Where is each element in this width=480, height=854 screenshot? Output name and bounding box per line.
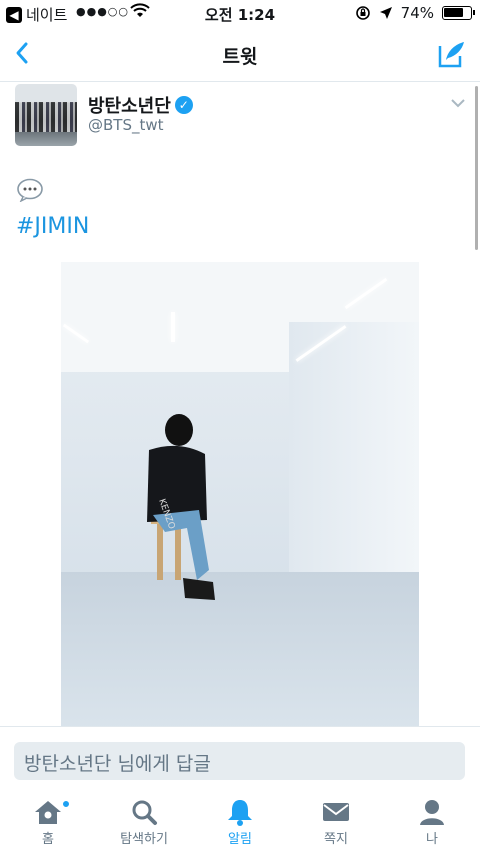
envelope-icon bbox=[323, 803, 349, 821]
hashtag-link[interactable]: #JIMIN bbox=[16, 214, 89, 239]
tab-label: 알림 bbox=[228, 832, 252, 847]
display-name: 방탄소년단 bbox=[88, 96, 171, 117]
tab-label: 탐색하기 bbox=[120, 832, 168, 847]
home-icon bbox=[35, 801, 61, 824]
person-figure: KENZO bbox=[147, 414, 215, 600]
tab-home[interactable]: 홈 bbox=[0, 798, 96, 847]
tab-label: 쪽지 bbox=[324, 832, 348, 847]
page-title: 트윗 bbox=[222, 46, 258, 68]
verified-badge-icon: ✓ bbox=[174, 96, 193, 114]
bell-icon bbox=[228, 800, 252, 826]
notification-dot bbox=[62, 800, 70, 808]
person-icon bbox=[420, 800, 444, 825]
search-icon bbox=[132, 800, 157, 825]
battery-percent: 74% bbox=[400, 4, 434, 22]
battery-icon bbox=[442, 6, 475, 20]
location-icon bbox=[379, 7, 392, 19]
tab-explore[interactable]: 탐색하기 bbox=[96, 798, 192, 847]
speech-balloon-icon bbox=[17, 178, 43, 202]
tab-me[interactable]: 나 bbox=[384, 798, 480, 847]
compose-tweet-icon[interactable] bbox=[436, 38, 468, 70]
tab-label: 홈 bbox=[42, 832, 54, 847]
user-handle: @BTS_twt bbox=[88, 116, 164, 134]
tab-label: 나 bbox=[426, 832, 438, 847]
reply-input[interactable]: 방탄소년단 님에게 답글 bbox=[14, 742, 465, 780]
tweet-photo[interactable]: KENZO bbox=[61, 262, 419, 730]
battery-fill bbox=[444, 8, 463, 17]
scrollbar[interactable] bbox=[475, 86, 478, 250]
chevron-down-icon[interactable] bbox=[450, 98, 466, 108]
tab-messages[interactable]: 쪽지 bbox=[288, 798, 384, 847]
tab-notifications[interactable]: 알림 bbox=[192, 798, 288, 847]
reply-bar: 방탄소년단 님에게 답글 bbox=[0, 726, 480, 792]
tab-bar: 홈 탐색하기 알림 쪽지 나 bbox=[0, 792, 480, 854]
navigation-bar: 트윗 bbox=[0, 28, 480, 82]
rotation-lock-icon bbox=[355, 6, 370, 20]
avatar[interactable] bbox=[15, 84, 77, 146]
author-name-row[interactable]: 방탄소년단 ✓ bbox=[88, 92, 193, 118]
status-bar: ◀ 네이트 ●●●○○ 오전 1:24 74% bbox=[0, 0, 480, 28]
